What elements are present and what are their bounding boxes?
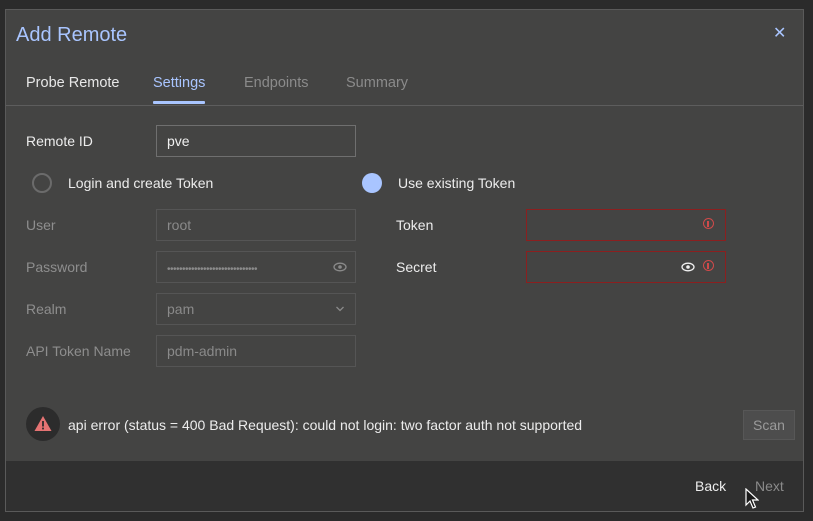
remote-id-value: pve [167, 133, 190, 149]
dialog-footer: Back Next [6, 461, 803, 511]
remote-id-label: Remote ID [26, 133, 93, 149]
password-value: •••••••••••••••••••••••••••••• [167, 264, 258, 275]
error-icon [703, 218, 714, 229]
radio-use-existing-token-label[interactable]: Use existing Token [398, 175, 515, 191]
next-button[interactable]: Next [755, 478, 784, 494]
eye-icon[interactable] [681, 252, 695, 293]
api-token-name-input[interactable]: pdm-admin [156, 335, 356, 367]
realm-value: pam [167, 301, 195, 317]
dialog-title: Add Remote [16, 24, 128, 46]
user-value: root [167, 217, 192, 233]
add-remote-dialog: Add Remote ✕ Probe Remote Settings Endpo… [5, 9, 804, 512]
secret-input[interactable] [526, 251, 726, 283]
realm-select[interactable]: pam [156, 293, 356, 325]
radio-login-create-token[interactable] [32, 173, 52, 193]
error-message: api error (status = 400 Bad Request): co… [68, 417, 583, 433]
remote-id-input[interactable]: pve [156, 125, 356, 157]
warning-icon [26, 407, 60, 441]
radio-use-existing-token[interactable] [362, 173, 382, 193]
scan-button[interactable]: Scan [743, 410, 795, 440]
chevron-down-icon [335, 294, 345, 336]
tab-probe-remote[interactable]: Probe Remote [26, 75, 120, 91]
api-token-name-label: API Token Name [26, 343, 131, 359]
mouse-pointer-icon [745, 487, 760, 513]
token-input[interactable] [526, 209, 726, 241]
token-label: Token [396, 217, 434, 233]
realm-label: Realm [26, 301, 67, 317]
radio-login-create-token-label[interactable]: Login and create Token [68, 175, 213, 191]
eye-icon[interactable] [333, 252, 347, 282]
close-icon[interactable]: ✕ [773, 26, 787, 42]
secret-label: Secret [396, 259, 437, 275]
api-token-name-value: pdm-admin [167, 343, 238, 359]
tab-endpoints[interactable]: Endpoints [244, 75, 309, 91]
active-tab-indicator [153, 101, 205, 104]
password-input[interactable]: •••••••••••••••••••••••••••••• [156, 251, 356, 283]
back-button[interactable]: Back [695, 478, 726, 494]
error-icon [703, 260, 714, 271]
tab-settings[interactable]: Settings [153, 75, 205, 91]
user-input[interactable]: root [156, 209, 356, 241]
tab-summary[interactable]: Summary [346, 75, 408, 91]
tab-bar: Probe Remote Settings Endpoints Summary [6, 70, 803, 106]
password-label: Password [26, 259, 88, 275]
user-label: User [26, 217, 56, 233]
